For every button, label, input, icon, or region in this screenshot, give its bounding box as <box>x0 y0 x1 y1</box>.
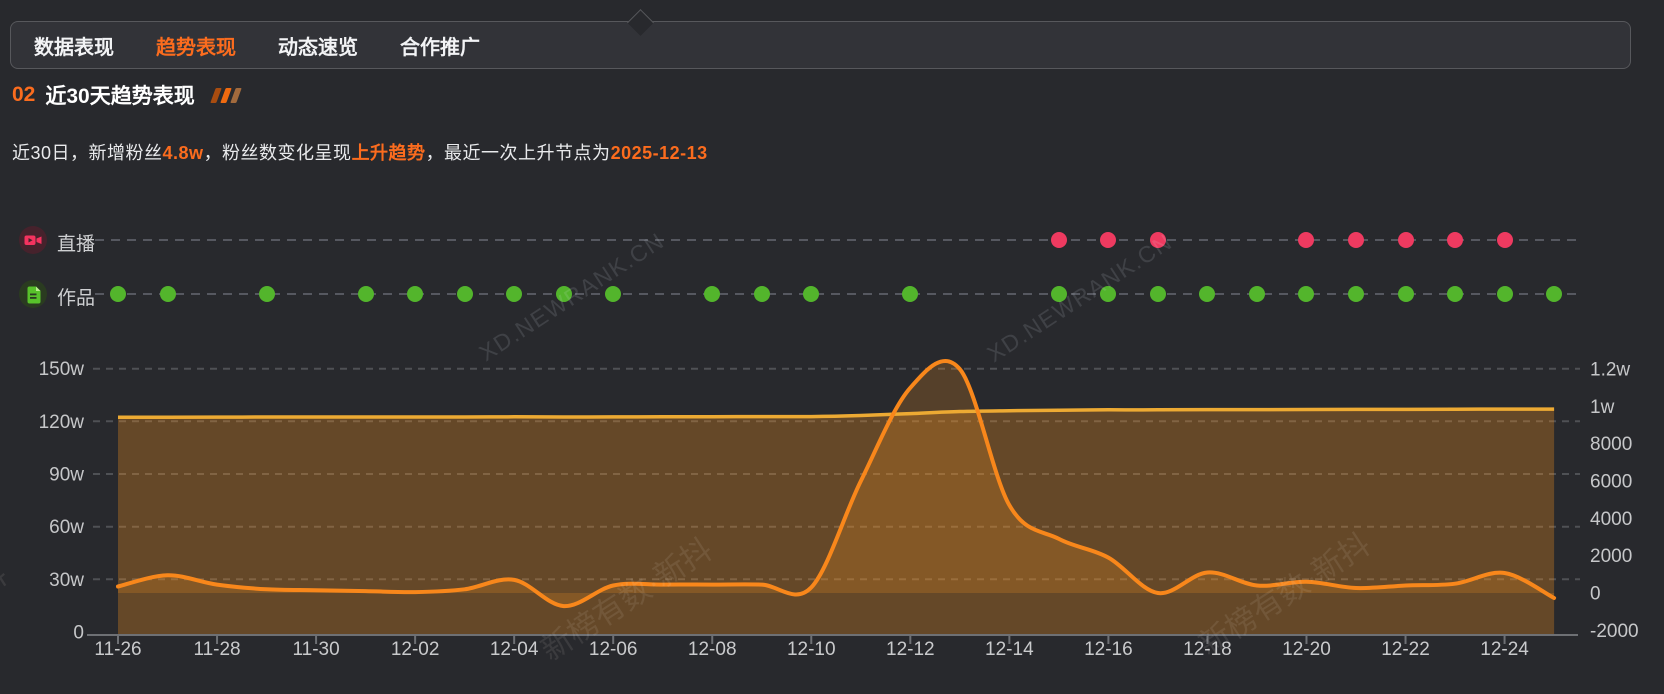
x-axis-label: 12-08 <box>688 639 737 660</box>
right-axis-label: 6000 <box>1590 472 1632 493</box>
right-axis-label: 1w <box>1590 397 1615 418</box>
x-axis-label: 11-28 <box>193 639 240 660</box>
left-axis-label: 0 <box>73 623 84 644</box>
x-axis-label: 12-06 <box>589 639 638 660</box>
x-axis-label: 12-12 <box>886 639 935 660</box>
left-axis-label: 150w <box>39 359 85 380</box>
left-axis-label: 120w <box>39 412 85 433</box>
x-axis-label: 12-02 <box>391 639 440 660</box>
x-axis-label: 12-20 <box>1282 639 1331 660</box>
x-axis-label: 11-30 <box>292 639 339 660</box>
x-axis-label: 11-26 <box>94 639 141 660</box>
x-axis-label: 12-16 <box>1084 639 1133 660</box>
left-axis-label: 30w <box>49 570 84 591</box>
left-axis-label: 90w <box>49 465 84 486</box>
right-axis-label: -2000 <box>1590 621 1639 642</box>
right-axis-label: 2000 <box>1590 546 1632 567</box>
x-axis-label: 12-10 <box>787 639 836 660</box>
trend-dashboard-page: 数据表现趋势表现动态速览合作推广 02 近30天趋势表现 近30日，新增粉丝4.… <box>0 0 1664 665</box>
right-axis-label: 1.2w <box>1590 360 1630 381</box>
trend-line-chart[interactable]: 11-26 11-28 11-30 12-02 12-04 12-06 12-08 12-10… <box>0 0 1664 665</box>
right-axis-label: 8000 <box>1590 434 1632 455</box>
right-axis-label: 4000 <box>1590 509 1632 530</box>
x-axis-label: 12-14 <box>985 639 1034 660</box>
left-axis-label: 60w <box>49 517 84 538</box>
x-axis-label: 12-24 <box>1480 639 1529 660</box>
right-axis-label: 0 <box>1590 584 1601 605</box>
x-axis-label: 12-04 <box>490 639 539 660</box>
x-axis-label: 12-18 <box>1183 639 1232 660</box>
x-axis-label: 12-22 <box>1381 639 1430 660</box>
